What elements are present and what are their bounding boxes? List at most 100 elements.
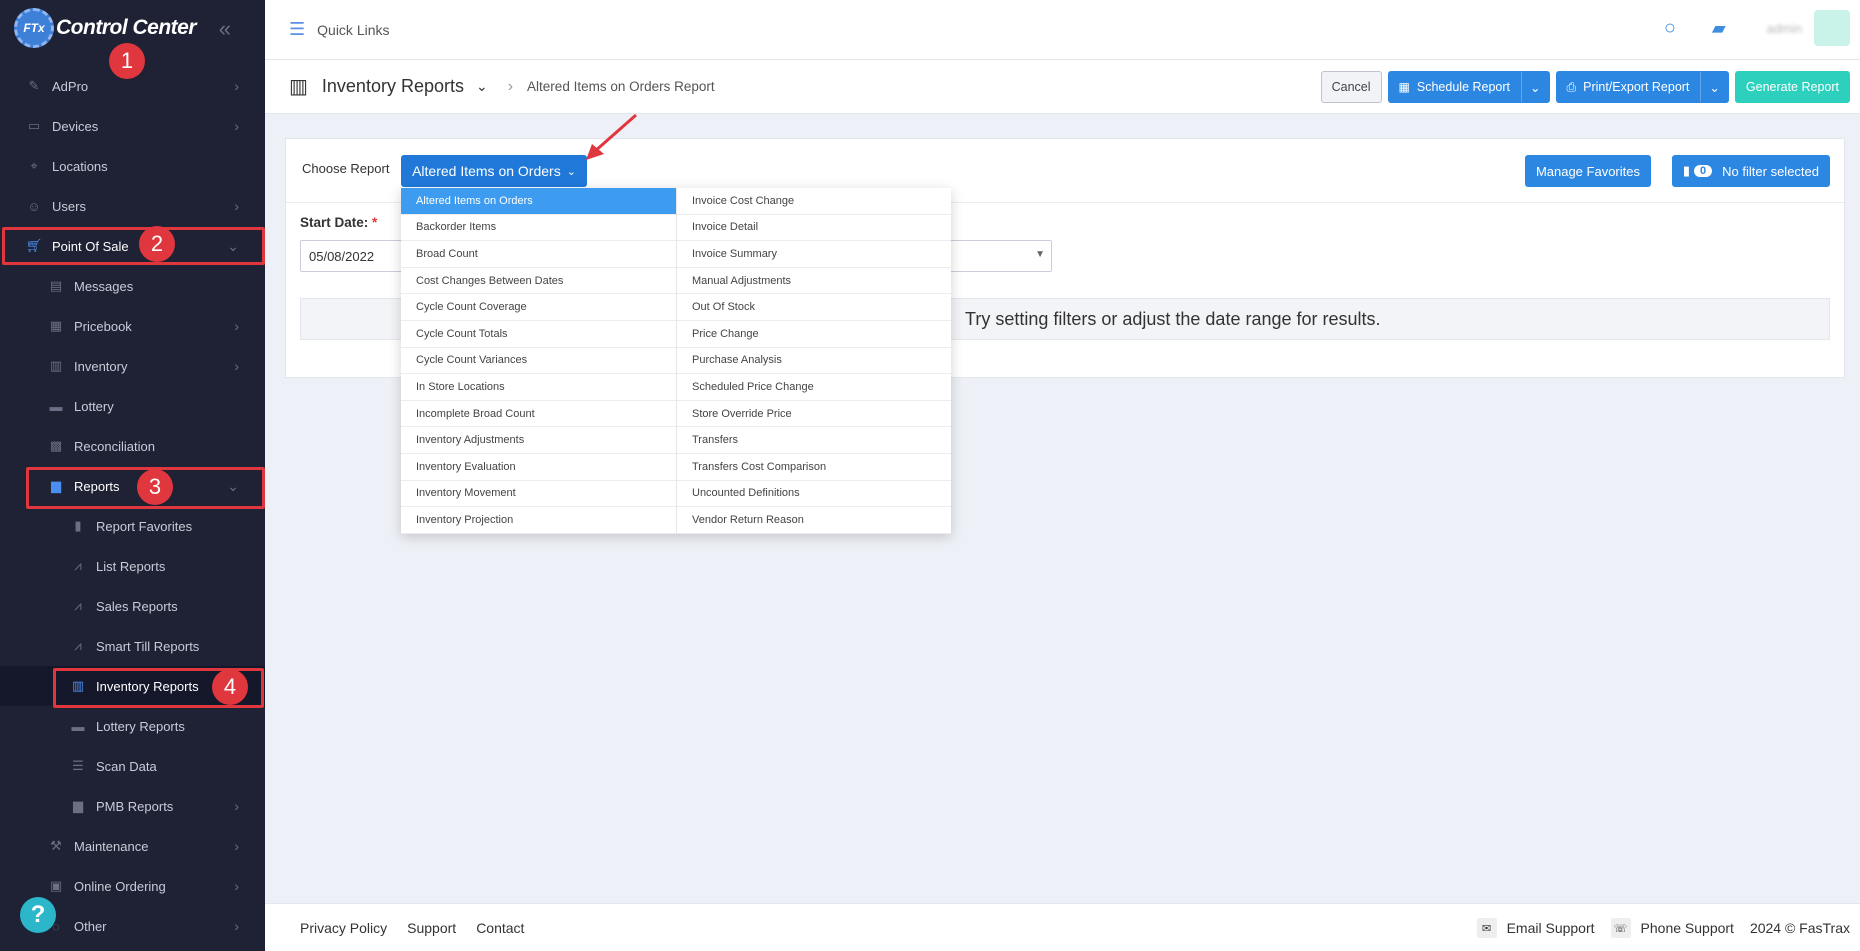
sidebar-item-sales-reports[interactable]: ⩘ Sales Reports (0, 586, 265, 626)
dropdown-item[interactable]: Manual Adjustments (677, 268, 951, 295)
chevron-down-icon[interactable]: ⌄ (476, 78, 488, 95)
sidebar-item-pricebook[interactable]: ▦ Pricebook › (0, 306, 265, 346)
help-button[interactable]: ? (20, 897, 56, 933)
line-chart-icon: ⩘ (74, 638, 82, 653)
sidebar-item-lottery-reports[interactable]: ▬ Lottery Reports (0, 706, 265, 746)
dropdown-item[interactable]: Out Of Stock (677, 294, 951, 321)
avatar[interactable] (1814, 10, 1850, 46)
chevron-right-icon: › (234, 838, 239, 854)
bag-icon: ▣ (49, 878, 63, 893)
dropdown-item[interactable]: Cycle Count Coverage (401, 294, 676, 321)
start-date-input[interactable]: 05/08/2022 (300, 240, 410, 272)
search-icon[interactable]: ○ (1664, 17, 1676, 40)
sidebar-item-scan-data[interactable]: ☰ Scan Data (0, 746, 265, 786)
dropdown-item[interactable]: Store Override Price (677, 401, 951, 428)
choose-report-value: Altered Items on Orders (412, 163, 561, 179)
header-actions: Cancel ▦ Schedule Report ⌄ ⎙ Print/Expor… (1320, 71, 1850, 103)
page-title[interactable]: Inventory Reports (322, 76, 464, 97)
cancel-button[interactable]: Cancel (1320, 71, 1382, 103)
sidebar-item-smart-till-reports[interactable]: ⩘ Smart Till Reports (0, 626, 265, 666)
dropdown-item[interactable]: Invoice Cost Change (677, 188, 951, 215)
dropdown-item[interactable]: Scheduled Price Change (677, 374, 951, 401)
sidebar-item-list-reports[interactable]: ⩘ List Reports (0, 546, 265, 586)
dropdown-item[interactable]: Inventory Adjustments (401, 427, 676, 454)
empty-results-text: Try setting filters or adjust the date r… (965, 308, 1381, 329)
dropdown-item[interactable]: Inventory Evaluation (401, 454, 676, 481)
inventory-icon: ▥ (49, 358, 63, 373)
phone-support-link[interactable]: ☏ Phone Support (1610, 918, 1734, 938)
dropdown-item[interactable]: Inventory Movement (401, 481, 676, 508)
chat-icon[interactable]: ▰ (1712, 18, 1726, 39)
choose-report-label: Choose Report (302, 161, 390, 176)
sidebar-item-label: Smart Till Reports (96, 638, 200, 654)
sidebar-item-reports[interactable]: ▆ Reports ⌄ (0, 466, 265, 506)
sidebar-item-label: List Reports (96, 558, 166, 574)
dropdown-item[interactable]: Broad Count (401, 241, 676, 268)
choose-report-dropdown[interactable]: Altered Items on Orders ⌄ (401, 155, 587, 187)
dropdown-item[interactable]: In Store Locations (401, 374, 676, 401)
dropdown-item[interactable]: Invoice Detail (677, 215, 951, 242)
manage-favorites-button[interactable]: Manage Favorites (1524, 155, 1651, 187)
filter-icon: ▮ (1682, 163, 1691, 178)
dropdown-item[interactable]: Incomplete Broad Count (401, 401, 676, 428)
schedule-report-dropdown[interactable]: ⌄ (1521, 71, 1550, 103)
print-export-button[interactable]: ⎙ Print/Export Report (1555, 71, 1701, 103)
contact-link[interactable]: Contact (476, 920, 524, 936)
sidebar-item-maintenance[interactable]: ⚒ Maintenance › (0, 826, 265, 866)
chevron-right-icon: › (234, 918, 239, 934)
quick-links-icon[interactable]: ☰ (289, 19, 305, 40)
copyright: 2024 © FasTrax (1749, 920, 1850, 936)
sidebar-item-inventory-reports[interactable]: ▥ Inventory Reports (0, 666, 265, 706)
dropdown-item[interactable]: Price Change (677, 321, 951, 348)
dropdown-item[interactable]: Transfers (677, 427, 951, 454)
support-link[interactable]: Support (407, 920, 456, 936)
dropdown-item[interactable]: Cycle Count Totals (401, 321, 676, 348)
schedule-report-button[interactable]: ▦ Schedule Report (1387, 71, 1522, 103)
dropdown-item[interactable]: Cycle Count Variances (401, 348, 676, 375)
dropdown-item[interactable]: Altered Items on Orders (401, 188, 676, 215)
sidebar-item-users[interactable]: ☺ Users › (0, 186, 265, 226)
sidebar-item-adpro[interactable]: ✎ AdPro › (0, 66, 265, 106)
sidebar-item-point-of-sale[interactable]: 🛒︎ Point Of Sale ⌄ (0, 226, 265, 266)
sidebar-item-reconciliation[interactable]: ▩ Reconciliation (0, 426, 265, 466)
sidebar-item-label: Maintenance (74, 838, 149, 854)
devices-icon: ▭ (27, 118, 41, 133)
sidebar-item-label: Inventory Reports (96, 678, 199, 694)
dropdown-item[interactable]: Uncounted Definitions (677, 481, 951, 508)
dropdown-item[interactable]: Vendor Return Reason (677, 507, 951, 534)
dropdown-item[interactable]: Purchase Analysis (677, 348, 951, 375)
sidebar-item-pmb-reports[interactable]: ▆ PMB Reports › (0, 786, 265, 826)
top-right-controls: ○ ▰ admin (1664, 10, 1850, 46)
footer: Privacy Policy Support Contact ✉ Email S… (265, 903, 1860, 951)
sidebar-item-report-favorites[interactable]: ▮ Report Favorites (0, 506, 265, 546)
dropdown-item[interactable]: Cost Changes Between Dates (401, 268, 676, 295)
sidebar-item-label: Sales Reports (96, 598, 178, 614)
brush-icon: ✎ (28, 78, 40, 93)
sidebar-item-locations[interactable]: ⌖ Locations (0, 146, 265, 186)
breadcrumb: Altered Items on Orders Report (527, 79, 715, 94)
chevron-right-icon: › (234, 798, 239, 814)
brand[interactable]: FTx Control Center « (0, 0, 265, 56)
filter-button[interactable]: ▮ 0 No filter selected (1671, 155, 1830, 187)
dropdown-item[interactable]: Inventory Projection (401, 507, 676, 534)
privacy-policy-link[interactable]: Privacy Policy (300, 920, 387, 936)
sidebar-item-label: Users (52, 198, 86, 214)
chart-icon: ▆ (51, 478, 61, 493)
print-export-split: ⎙ Print/Export Report ⌄ (1555, 71, 1729, 103)
print-export-label: Print/Export Report (1583, 80, 1690, 94)
dropdown-item[interactable]: Invoice Summary (677, 241, 951, 268)
sidebar-item-lottery[interactable]: ▬ Lottery (0, 386, 265, 426)
report-dropdown-menu: Altered Items on Orders Backorder Items Br… (401, 188, 951, 534)
user-name[interactable]: admin (1756, 21, 1802, 36)
dropdown-item[interactable]: Backorder Items (401, 215, 676, 242)
email-support-link[interactable]: ✉ Email Support (1476, 918, 1595, 938)
page-header: ▥ Inventory Reports ⌄ › Altered Items on… (265, 60, 1860, 114)
print-export-dropdown[interactable]: ⌄ (1700, 71, 1729, 103)
sidebar-item-inventory[interactable]: ▥ Inventory › (0, 346, 265, 386)
collapse-sidebar-icon[interactable]: « (219, 16, 231, 42)
dropdown-item[interactable]: Transfers Cost Comparison (677, 454, 951, 481)
sidebar-item-messages[interactable]: ▤ Messages (0, 266, 265, 306)
generate-report-button[interactable]: Generate Report (1734, 71, 1850, 103)
sidebar-item-devices[interactable]: ▭ Devices › (0, 106, 265, 146)
quick-links-label[interactable]: Quick Links (317, 22, 389, 38)
